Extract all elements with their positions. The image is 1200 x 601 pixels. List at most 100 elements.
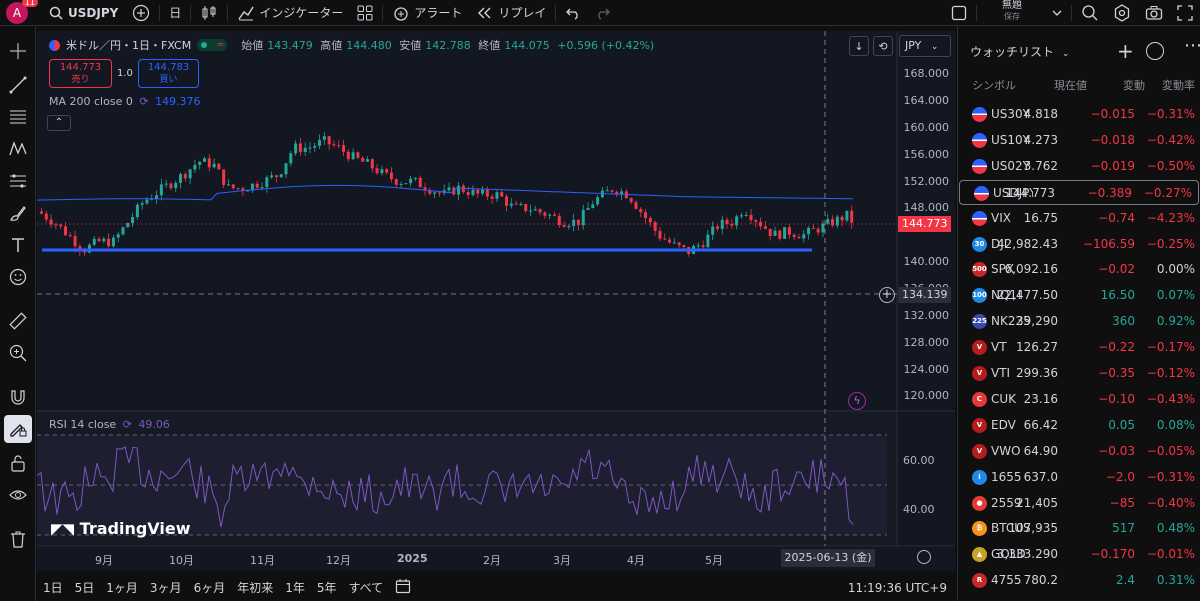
add-alert-plus-icon[interactable]: + — [879, 287, 895, 303]
scroll-to-latest-button[interactable]: ↓ — [849, 36, 869, 56]
watchlist-row[interactable]: ● 2559 21,405 −85 −0.40% — [958, 491, 1200, 516]
watchlist-row[interactable]: V VTI 299.36 −0.35 −0.12% — [958, 361, 1200, 386]
toolbar-divider — [976, 4, 977, 21]
quick-search-button[interactable] — [1074, 0, 1106, 26]
indicators-button[interactable]: インジケーター — [230, 0, 350, 26]
watchlist-row[interactable]: ₿BTCUSD107,9355170.48% — [958, 516, 1200, 541]
chart-canvas[interactable] — [37, 31, 955, 571]
replay-button[interactable]: リプレイ — [469, 0, 553, 26]
range-button[interactable]: すべて — [343, 579, 390, 596]
candle-body — [413, 177, 417, 179]
watchlist-row[interactable]: ▲ GOLD 3,333.290 −0.170 −0.01% — [958, 542, 1200, 567]
watchlist-stats-icon[interactable] — [1146, 42, 1164, 60]
watchlist-row[interactable]: US02Y 3.762 −0.019 −0.50% — [958, 154, 1200, 179]
symbol-logo-icon: 30 — [972, 236, 987, 252]
range-button[interactable]: 1日 — [37, 579, 69, 596]
candle-body — [226, 184, 230, 186]
range-button[interactable]: 6ヶ月 — [188, 579, 232, 596]
redo-button[interactable] — [588, 0, 618, 26]
stay-in-drawing-tool[interactable] — [4, 415, 32, 443]
row-change: −0.015 — [1090, 107, 1135, 121]
clock-timezone[interactable]: 11:19:36 UTC+9 — [848, 581, 947, 595]
add-symbol-icon[interactable]: + — [1117, 39, 1134, 63]
candle-body — [596, 197, 600, 205]
watchlist-title[interactable]: ウォッチリスト ⌄ — [970, 43, 1069, 60]
range-button[interactable]: 3ヶ月 — [144, 579, 188, 596]
chart-type-button[interactable] — [193, 0, 225, 26]
watchlist-row[interactable]: V VT 126.27 −0.22 −0.17% — [958, 335, 1200, 360]
range-button[interactable]: 5年 — [311, 579, 343, 596]
undo-button[interactable] — [558, 0, 588, 26]
fullscreen-button[interactable] — [1170, 0, 1200, 26]
layout-menu-button[interactable] — [1045, 0, 1069, 26]
watchlist-row[interactable]: i 1655 637.0 −2.0 −0.31% — [958, 465, 1200, 490]
prediction-tool[interactable] — [4, 167, 32, 195]
user-avatar[interactable]: A 11 — [6, 0, 38, 24]
snapshot-button[interactable] — [1138, 0, 1170, 26]
watchlist-row[interactable]: VIX 16.75 −0.74 −4.23% — [958, 206, 1200, 231]
layout-name[interactable]: 無題 保存 — [979, 0, 1045, 26]
candle-body — [399, 184, 403, 186]
remove-drawings-tool[interactable] — [4, 525, 32, 553]
watchlist-row[interactable]: C CUK 23.16 −0.10 −0.43% — [958, 387, 1200, 412]
watchlist-row[interactable]: US10Y 4.273 −0.018 −0.42% — [958, 128, 1200, 153]
watchlist-row[interactable]: V EDV 66.42 0.05 0.08% — [958, 413, 1200, 438]
symbol-search-button[interactable]: USDJPY — [42, 0, 125, 26]
lot-size[interactable]: 1.0 — [117, 68, 133, 79]
pattern-tool[interactable] — [4, 135, 32, 163]
watchlist-row[interactable]: US30Y 4.818 −0.015 −0.31% — [958, 102, 1200, 127]
header-symbol[interactable]: シンボル — [972, 77, 1016, 93]
watchlist-row[interactable]: R 4755 780.2 2.4 0.31% — [958, 568, 1200, 593]
measure-tool[interactable] — [4, 307, 32, 335]
price-axis-label: 164.000 — [903, 94, 950, 107]
layout-select-button[interactable] — [944, 0, 974, 26]
interval-button[interactable]: 日 — [162, 0, 188, 26]
market-status-badge[interactable]: ≈ — [197, 39, 228, 51]
header-pct[interactable]: 変動率 — [1162, 77, 1195, 93]
lock-drawings-tool[interactable] — [4, 449, 32, 477]
watchlist-row[interactable]: 225 NK225 39,290 360 0.92% — [958, 309, 1200, 334]
range-button[interactable]: 1ヶ月 — [100, 579, 144, 596]
emoji-tool[interactable] — [4, 263, 32, 291]
buy-button[interactable]: 144.783 買い — [138, 59, 199, 88]
brush-tool[interactable] — [4, 199, 32, 227]
lightning-icon[interactable]: ϟ — [848, 392, 866, 410]
chart-pane[interactable]: 米ドル／円・1日・FXCM ≈ 始値 143.479 高値 144.480 安値 14… — [37, 31, 955, 571]
crosshair-tool[interactable] — [4, 37, 32, 65]
collapse-legend-button[interactable]: ⌃ — [47, 115, 71, 131]
reset-chart-button[interactable]: ⟲ — [873, 36, 893, 56]
watchlist-row[interactable]: USDJPY 144.773 −0.389 −0.27% — [959, 179, 1199, 205]
magnet-tool[interactable] — [4, 383, 32, 411]
watchlist-row[interactable]: 500 SPX 6,092.16 −0.02 0.00% — [958, 257, 1200, 282]
sell-button[interactable]: 144.773 売り — [49, 59, 112, 88]
currency-select[interactable]: JPY ⌄ — [899, 35, 951, 57]
date-range-button[interactable] — [389, 578, 417, 597]
watchlist-row[interactable]: V VWO 64.90 −0.03 −0.05% — [958, 439, 1200, 464]
settings-button[interactable] — [1106, 0, 1138, 26]
templates-button[interactable] — [350, 0, 380, 26]
zoom-tool[interactable] — [4, 339, 32, 367]
axis-settings-icon[interactable] — [917, 550, 931, 564]
text-tool[interactable] — [4, 231, 32, 259]
rsi-legend[interactable]: RSI 14 close ⟳ 49.06 — [49, 418, 170, 431]
ma-legend[interactable]: MA 200 close 0 ⟳ 149.376 — [49, 95, 201, 108]
range-button[interactable]: 1年 — [279, 579, 311, 596]
range-button[interactable]: 5日 — [69, 579, 101, 596]
header-change[interactable]: 変動 — [1123, 77, 1145, 93]
header-last[interactable]: 現在値 — [1054, 77, 1087, 93]
watchlist-row[interactable]: 30 DJI 42,982.43 −106.59 −0.25% — [958, 232, 1200, 257]
watchlist-row[interactable]: 100 NQ1! 22,477.50 16.50 0.07% — [958, 283, 1200, 308]
eye-icon — [9, 490, 27, 500]
alert-button[interactable]: アラート — [385, 0, 469, 26]
symbol-flag-icon — [49, 39, 60, 51]
hide-drawings-tool[interactable] — [4, 481, 32, 509]
range-button[interactable]: 年初来 — [231, 579, 279, 596]
trend-line-tool[interactable] — [4, 71, 32, 99]
candle-body — [826, 219, 830, 224]
more-options-icon[interactable]: ⋯ — [1184, 35, 1200, 56]
fib-tool[interactable] — [4, 103, 32, 131]
candle-body — [298, 143, 302, 152]
compare-button[interactable] — [125, 0, 157, 26]
price-axis-label: 160.000 — [903, 121, 950, 134]
candle-body — [481, 189, 485, 194]
